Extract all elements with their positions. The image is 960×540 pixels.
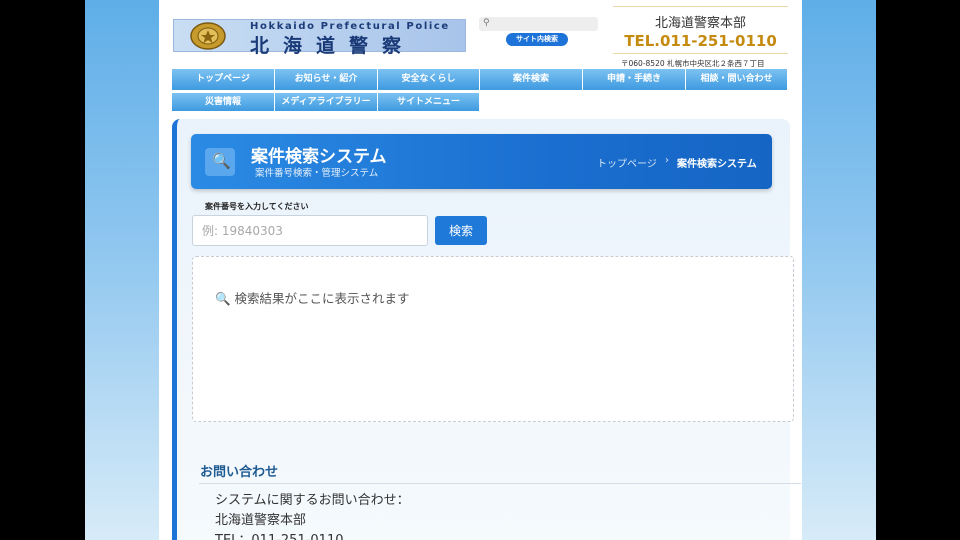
nav-item-site-menu[interactable]: サイトメニュー bbox=[378, 93, 480, 111]
background-left bbox=[85, 0, 159, 540]
hq-address: 〒060-8520 札幌市中央区北２条西７丁目 bbox=[621, 59, 765, 68]
breadcrumb-top-link[interactable]: トップページ bbox=[597, 155, 657, 170]
breadcrumb-separator: › bbox=[665, 155, 669, 166]
hq-contact-box: 北海道警察本部 TEL.011-251-0110 bbox=[613, 6, 788, 54]
breadcrumb-current: 案件検索システム bbox=[677, 159, 757, 170]
nav-item-media-library[interactable]: メディアライブラリー bbox=[275, 93, 378, 111]
case-number-input[interactable] bbox=[192, 215, 428, 246]
site-search-button[interactable]: サイト内検索 bbox=[506, 33, 568, 46]
hq-name: 北海道警察本部 bbox=[654, 16, 746, 31]
nav-item-consultation[interactable]: 相談・問い合わせ bbox=[686, 69, 788, 90]
logo-japanese-text: 北海道警察 bbox=[250, 35, 416, 57]
nav-item-case-search[interactable]: 案件検索 bbox=[480, 69, 583, 90]
nav-item-news[interactable]: お知らせ・紹介 bbox=[275, 69, 378, 90]
page-title-bar: 🔍 案件検索システム 案件番号検索・管理システム トップページ › 案件検索シス… bbox=[191, 134, 772, 189]
site-search-input[interactable]: ⚲ bbox=[479, 17, 598, 31]
nav-item-applications[interactable]: 申請・手続き bbox=[583, 69, 686, 90]
nav-item-top[interactable]: トップページ bbox=[172, 69, 275, 90]
page-subtitle: 案件番号検索・管理システム bbox=[255, 168, 379, 179]
results-placeholder-text: 🔍 検索結果がここに表示されます bbox=[215, 291, 410, 306]
contact-divider bbox=[199, 483, 801, 484]
page-title: 案件検索システム bbox=[251, 147, 387, 167]
hq-phone[interactable]: TEL.011-251-0110 bbox=[613, 32, 788, 50]
contact-line-1: システムに関するお問い合わせ： bbox=[215, 493, 410, 508]
police-badge-icon bbox=[190, 22, 226, 50]
main-panel: 🔍 案件検索システム 案件番号検索・管理システム トップページ › 案件検索シス… bbox=[172, 119, 801, 540]
contact-phone[interactable]: TEL：011-251-0110 bbox=[215, 529, 344, 540]
search-button[interactable]: 検索 bbox=[435, 216, 487, 245]
nav-item-disaster[interactable]: 災害情報 bbox=[172, 93, 275, 111]
search-icon: ⚲ bbox=[483, 18, 490, 28]
nav-item-safety[interactable]: 安全なくらし bbox=[378, 69, 480, 90]
case-number-label: 案件番号を入力してください bbox=[205, 202, 309, 211]
background-right bbox=[802, 0, 876, 540]
contact-heading: お問い合わせ bbox=[200, 465, 279, 480]
title-search-icon: 🔍 bbox=[205, 148, 235, 176]
contact-line-2: 北海道警察本部 bbox=[215, 513, 307, 528]
search-results-area: 🔍 検索結果がここに表示されます bbox=[192, 256, 794, 422]
page: Hokkaido Prefectural Police 北海道警察 ⚲ サイト内… bbox=[159, 0, 802, 540]
site-logo[interactable]: Hokkaido Prefectural Police 北海道警察 bbox=[173, 19, 466, 57]
